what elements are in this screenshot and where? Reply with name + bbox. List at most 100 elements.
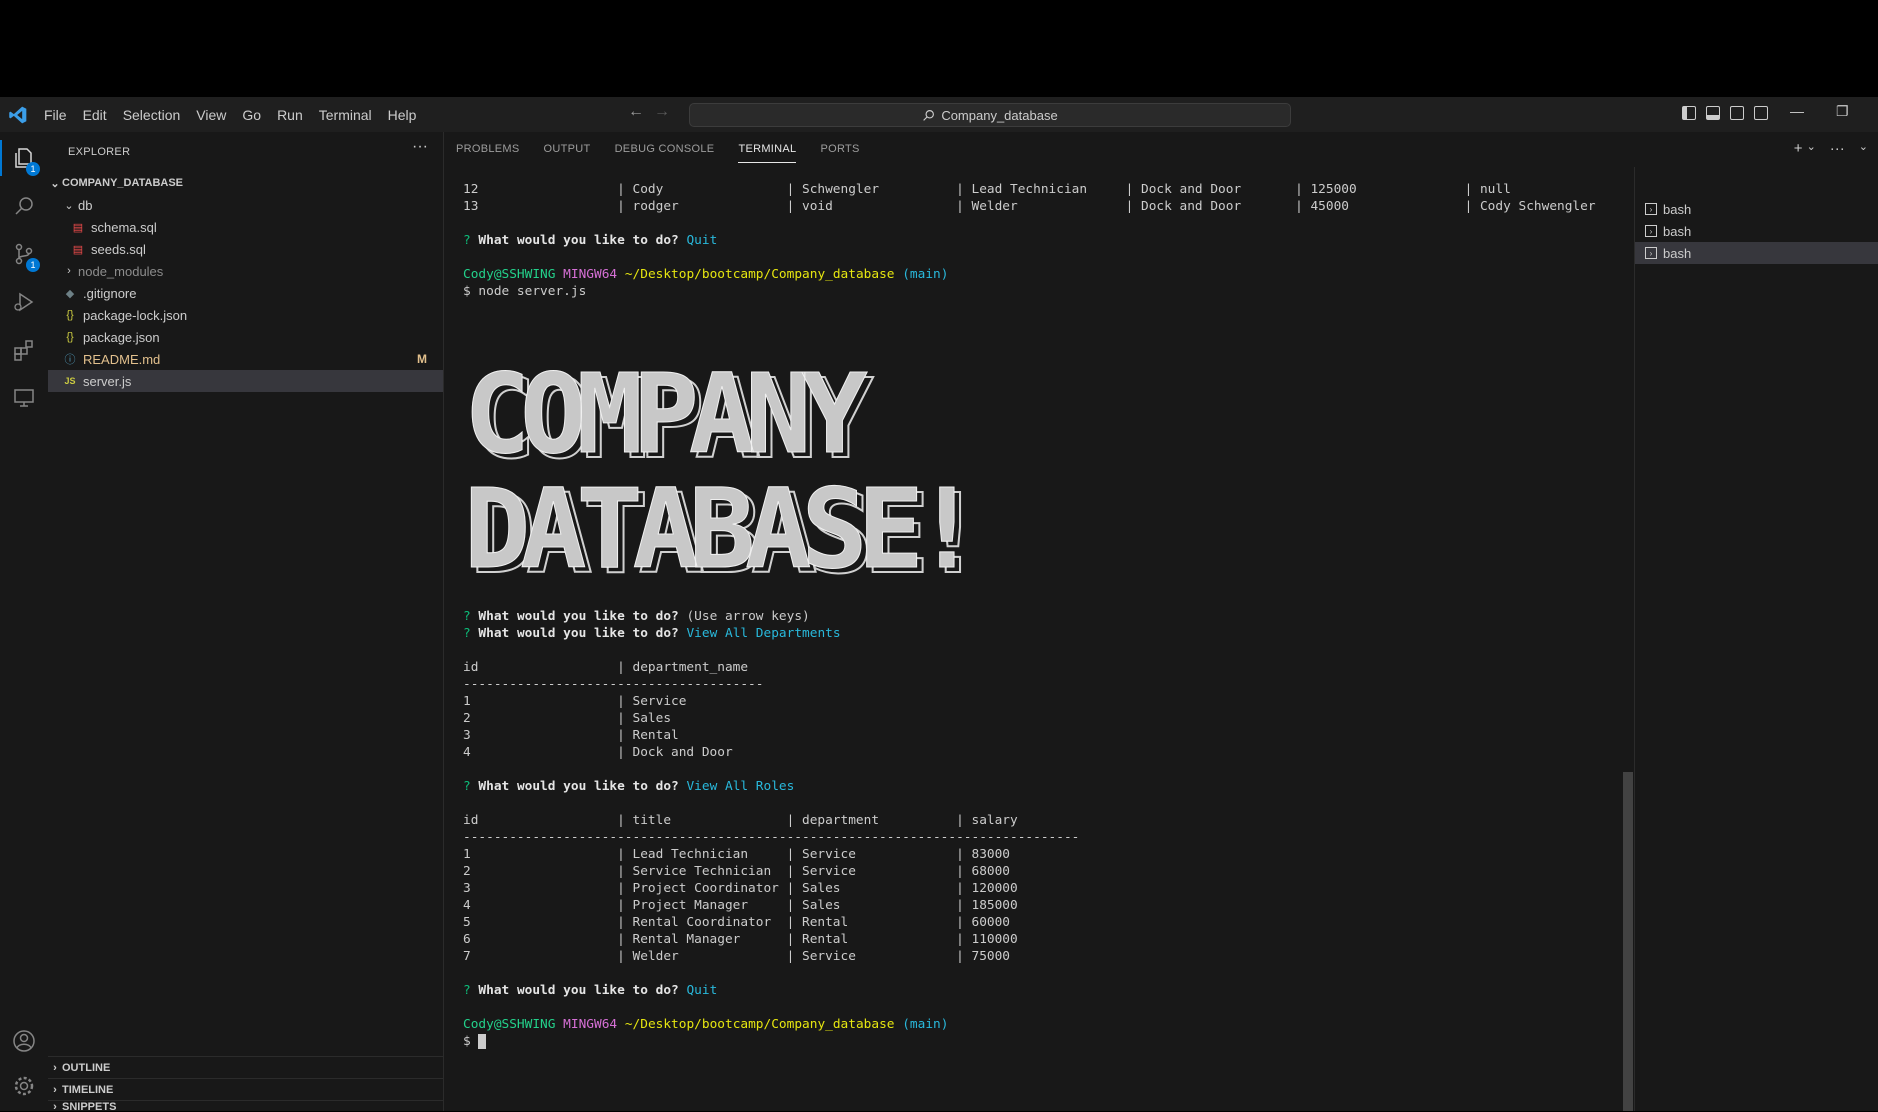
tree-file-gitignore[interactable]: ◆ .gitignore bbox=[48, 282, 443, 304]
roles-table-row: 6 | Rental Manager | Rental | 110000 bbox=[463, 932, 1018, 947]
customize-layout-icon[interactable] bbox=[1754, 106, 1768, 120]
menu-help[interactable]: Help bbox=[380, 107, 425, 123]
snippets-label: SNIPPETS bbox=[62, 1101, 117, 1112]
prompt-line: ? What would you like to do? Quit bbox=[463, 983, 718, 998]
tree-file-seeds[interactable]: ▤ seeds.sql bbox=[48, 238, 443, 260]
modified-badge: M bbox=[417, 352, 427, 366]
prompt-line: ? What would you like to do? (Use arrow … bbox=[463, 609, 810, 624]
explorer-badge: 1 bbox=[26, 162, 40, 176]
vscode-window: File Edit Selection View Go Run Terminal… bbox=[0, 97, 1878, 1112]
shell-user: Cody@SSHWING bbox=[463, 1017, 556, 1032]
tab-debug-console[interactable]: DEBUG CONSOLE bbox=[603, 132, 727, 167]
question-text: What would you like to do? bbox=[478, 626, 679, 641]
menu-edit[interactable]: Edit bbox=[75, 107, 115, 123]
toggle-panel-icon[interactable] bbox=[1706, 106, 1720, 120]
shell-prompt: Cody@SSHWING MINGW64 ~/Desktop/bootcamp/… bbox=[463, 1016, 948, 1033]
command-center-search[interactable]: Company_database bbox=[689, 103, 1291, 127]
snippets-section[interactable]: › SNIPPETS bbox=[48, 1100, 443, 1112]
terminal-instance[interactable]: › bash bbox=[1635, 220, 1878, 242]
shell-host: MINGW64 bbox=[563, 1017, 618, 1032]
tab-terminal[interactable]: TERMINAL bbox=[726, 132, 808, 167]
run-debug-icon[interactable] bbox=[12, 290, 36, 314]
dept-table-row: 3 | Rental bbox=[463, 728, 679, 743]
history-navigation: ← → bbox=[628, 103, 670, 121]
restore-icon[interactable]: ❐ bbox=[1836, 103, 1849, 120]
chevron-down-icon: ⌄ bbox=[64, 199, 74, 212]
answer-text: Quit bbox=[686, 233, 718, 248]
settings-gear-icon[interactable] bbox=[12, 1074, 36, 1098]
toggle-secondary-sidebar-icon[interactable] bbox=[1730, 106, 1744, 120]
accounts-icon[interactable] bbox=[12, 1029, 36, 1053]
project-folder-header[interactable]: ⌄ COMPANY_DATABASE bbox=[48, 172, 443, 194]
shell-input-line[interactable]: $ bbox=[463, 1033, 487, 1050]
info-file-icon: ⓘ bbox=[64, 354, 76, 366]
back-arrow-icon[interactable]: ← bbox=[628, 103, 644, 121]
terminal-icon: › bbox=[1645, 203, 1657, 215]
prompt-symbol: $ bbox=[463, 1034, 479, 1049]
menu-file[interactable]: File bbox=[36, 107, 75, 123]
tab-problems[interactable]: PROBLEMS bbox=[444, 132, 532, 167]
hint-text: (Use arrow keys) bbox=[678, 609, 810, 624]
chevron-down-icon[interactable]: ⌄ bbox=[1859, 140, 1868, 157]
chevron-down-icon[interactable]: ⌄ bbox=[1807, 140, 1816, 157]
terminal-instance-active[interactable]: › bash bbox=[1635, 242, 1878, 264]
tree-file-package-lock[interactable]: {} package-lock.json bbox=[48, 304, 443, 326]
tree-label: package.json bbox=[83, 329, 160, 345]
bottom-panel: PROBLEMS OUTPUT DEBUG CONSOLE TERMINAL P… bbox=[444, 132, 1878, 1111]
answer-text: View All Roles bbox=[686, 779, 795, 794]
prompt-line: ? What would you like to do? View All Ro… bbox=[463, 779, 795, 794]
roles-table-row: 3 | Project Coordinator | Sales | 120000 bbox=[463, 881, 1018, 896]
tree-file-readme[interactable]: ⓘ README.md M bbox=[48, 348, 443, 370]
tree-label: README.md bbox=[83, 351, 161, 367]
extensions-icon[interactable] bbox=[12, 338, 36, 362]
active-indicator bbox=[0, 140, 2, 176]
menu-selection[interactable]: Selection bbox=[115, 107, 189, 123]
outline-section[interactable]: › OUTLINE bbox=[48, 1056, 443, 1079]
remote-explorer-icon[interactable] bbox=[12, 386, 36, 410]
more-actions-icon[interactable]: ··· bbox=[1830, 140, 1845, 157]
chevron-right-icon: › bbox=[67, 265, 71, 277]
terminal-instance[interactable]: › bash bbox=[1635, 198, 1878, 220]
roles-table-header: id | title | department | salary bbox=[463, 813, 1018, 828]
question-text: What would you like to do? bbox=[478, 779, 679, 794]
menu-run[interactable]: Run bbox=[269, 107, 311, 123]
terminal-scrollbar[interactable] bbox=[1623, 772, 1633, 1111]
answer-text: View All Departments bbox=[686, 626, 841, 641]
tree-folder-db[interactable]: ⌄ db bbox=[48, 194, 443, 216]
menu-go[interactable]: Go bbox=[234, 107, 269, 123]
activity-bar: 1 1 bbox=[0, 132, 49, 1111]
tree-label: package-lock.json bbox=[83, 307, 188, 323]
shell-host: MINGW64 bbox=[563, 267, 618, 282]
tab-ports[interactable]: PORTS bbox=[808, 132, 871, 167]
outline-label: OUTLINE bbox=[62, 1062, 111, 1074]
menu-terminal[interactable]: Terminal bbox=[311, 107, 380, 123]
json-file-icon: {} bbox=[66, 309, 74, 321]
timeline-section[interactable]: › TIMELINE bbox=[48, 1078, 443, 1101]
terminal-output[interactable]: 12 | Cody | Schwengler | Lead Technician… bbox=[444, 167, 1634, 1111]
dept-table-row: 4 | Dock and Door bbox=[463, 745, 733, 760]
panel-tabs: PROBLEMS OUTPUT DEBUG CONSOLE TERMINAL P… bbox=[444, 132, 872, 167]
tree-label: schema.sql bbox=[91, 219, 157, 235]
tab-output[interactable]: OUTPUT bbox=[532, 132, 603, 167]
terminal-instance-label: bash bbox=[1663, 201, 1692, 217]
banner-line-2: DATABASE! bbox=[464, 465, 970, 587]
tree-folder-node-modules[interactable]: › node_modules bbox=[48, 260, 443, 282]
terminal-tabs-list: › bash › bash › bash bbox=[1634, 167, 1878, 1111]
more-actions-icon[interactable]: ··· bbox=[412, 138, 428, 156]
tree-file-package[interactable]: {} package.json bbox=[48, 326, 443, 348]
terminal-cursor bbox=[478, 1034, 487, 1049]
vscode-logo-icon bbox=[9, 106, 27, 124]
terminal-icon: › bbox=[1645, 247, 1657, 259]
forward-arrow-icon[interactable]: → bbox=[654, 103, 670, 121]
search-icon[interactable] bbox=[12, 194, 36, 218]
minimize-icon[interactable]: — bbox=[1790, 103, 1804, 120]
toggle-primary-sidebar-icon[interactable] bbox=[1682, 106, 1696, 120]
search-icon bbox=[923, 109, 935, 121]
tree-file-schema[interactable]: ▤ schema.sql bbox=[48, 216, 443, 238]
menu-view[interactable]: View bbox=[188, 107, 234, 123]
answer-text: Quit bbox=[686, 983, 718, 998]
new-terminal-plus-icon[interactable]: + bbox=[1794, 140, 1803, 157]
scm-badge: 1 bbox=[26, 258, 40, 272]
shell-command: $ node server.js bbox=[463, 284, 587, 299]
tree-file-server[interactable]: JS server.js bbox=[48, 370, 443, 392]
